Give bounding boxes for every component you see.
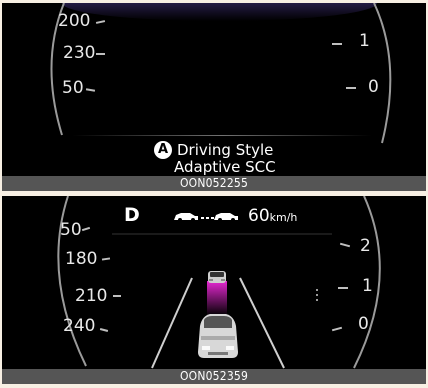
indicator-dots bbox=[316, 289, 318, 301]
gear-indicator: D bbox=[124, 204, 140, 226]
right-gauge-tick bbox=[338, 287, 348, 289]
figure-caption: OON052255 bbox=[2, 176, 426, 191]
left-gauge-label: 50 bbox=[62, 78, 84, 98]
message-value: Adaptive SCC bbox=[174, 158, 276, 176]
marker-a-icon: A bbox=[154, 141, 172, 159]
figure-caption: OON052359 bbox=[2, 369, 426, 384]
lead-vehicle-icon bbox=[208, 271, 226, 283]
cluster-screen-bottom: 50 180 210 240 2 1 0 D 60km/h OON052359 bbox=[2, 196, 426, 384]
set-speed-unit: km/h bbox=[269, 211, 298, 224]
right-gauge-tick bbox=[346, 87, 356, 89]
right-gauge-label: 0 bbox=[358, 314, 369, 334]
car-distance-icon bbox=[174, 213, 238, 222]
cluster-screen-top: 200 230 50 1 0 A Driving Style Adaptive … bbox=[2, 3, 426, 191]
left-gauge-label: 200 bbox=[58, 11, 91, 31]
right-gauge-label: 2 bbox=[360, 236, 371, 256]
right-gauge-label: 1 bbox=[362, 276, 373, 296]
message-divider bbox=[72, 135, 372, 136]
message-title: Driving Style bbox=[177, 141, 274, 159]
left-gauge-label: 180 bbox=[65, 249, 98, 269]
left-gauge-tick bbox=[96, 53, 105, 55]
left-gauge-tick bbox=[113, 295, 121, 297]
set-speed-value: 60 bbox=[248, 206, 270, 226]
left-gauge-label: 50 bbox=[60, 220, 82, 240]
left-gauge-label: 210 bbox=[75, 286, 108, 306]
set-speed: 60km/h bbox=[248, 206, 297, 226]
left-gauge-label: 230 bbox=[63, 43, 96, 63]
right-gauge-tick bbox=[332, 43, 342, 45]
left-gauge-label: 240 bbox=[63, 316, 96, 336]
own-vehicle-icon bbox=[198, 314, 238, 358]
right-gauge-label: 1 bbox=[359, 31, 370, 51]
right-gauge-label: 0 bbox=[368, 77, 379, 97]
